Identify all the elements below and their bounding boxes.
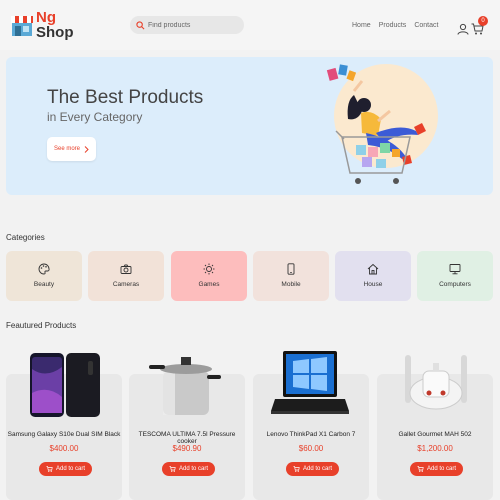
cart-count-badge: 0: [478, 16, 488, 26]
category-label: Cameras: [112, 281, 140, 288]
top-bar: Ng Shop Home Products Contact 0: [0, 0, 500, 50]
categories-title: Categories: [6, 233, 45, 242]
search-input[interactable]: [148, 21, 244, 29]
cart-icon: [293, 466, 300, 472]
product-card[interactable]: TESCOMA ULTIMA 7.5l Pressure cooker $490…: [129, 357, 245, 500]
add-to-cart-button[interactable]: Add to cart: [410, 462, 463, 476]
add-to-cart-label: Add to cart: [426, 466, 456, 472]
laptop-product-image: [271, 351, 349, 414]
hero-subtitle: in Every Category: [47, 110, 143, 124]
user-icon[interactable]: [457, 23, 469, 35]
category-beauty[interactable]: Beauty: [6, 251, 82, 301]
add-to-cart-button[interactable]: Add to cart: [162, 462, 215, 476]
category-label: House: [363, 281, 383, 288]
camera-icon: [120, 264, 132, 274]
product-card[interactable]: Lenovo ThinkPad X1 Carbon 7 $60.00 Add t…: [253, 351, 369, 500]
add-to-cart-button[interactable]: Add to cart: [39, 462, 92, 476]
category-cameras[interactable]: Cameras: [88, 251, 164, 301]
pressure-cooker-product-image: [149, 357, 221, 415]
product-name[interactable]: Lenovo ThinkPad X1 Carbon 7: [253, 431, 369, 438]
product-card[interactable]: Gallet Gourmet MAH 502 $1,200.00 Add to …: [377, 355, 493, 500]
phone-product-image: [30, 353, 100, 417]
cart-icon: [417, 466, 424, 472]
categories-list: Beauty Cameras Games Mobile House Comput…: [6, 251, 494, 301]
category-label: Beauty: [33, 281, 55, 288]
mobile-icon: [287, 263, 295, 275]
brand-line2: Shop: [36, 24, 74, 41]
hero-title: The Best Products: [47, 87, 204, 108]
hero-banner: The Best Products in Every Category See …: [6, 57, 493, 195]
shopping-cart-illustration: [326, 64, 438, 184]
house-icon: [367, 263, 379, 275]
category-label: Computers: [439, 281, 471, 288]
product-price: $400.00: [49, 444, 79, 453]
add-to-cart-label: Add to cart: [302, 466, 332, 472]
palette-icon: [38, 263, 50, 275]
category-house[interactable]: House: [335, 251, 411, 301]
brand-logo[interactable]: Ng Shop: [8, 8, 74, 44]
kitchen-appliance-product-image: [405, 355, 467, 410]
category-label: Mobile: [281, 281, 301, 288]
cart-icon: [46, 466, 53, 472]
add-to-cart-button[interactable]: Add to cart: [286, 462, 339, 476]
search-bar: [130, 16, 244, 34]
see-more-button[interactable]: See more: [47, 137, 96, 161]
product-name[interactable]: TESCOMA ULTIMA 7.5l Pressure cooker: [129, 431, 245, 445]
see-more-label: See more: [53, 146, 80, 152]
featured-products-title: Feautured Products: [6, 321, 77, 330]
category-games[interactable]: Games: [171, 251, 247, 301]
product-card[interactable]: Samsung Galaxy S10e Dual SIM Black $400.…: [6, 353, 122, 500]
search-icon: [136, 20, 145, 29]
nav-products[interactable]: Products: [379, 22, 407, 29]
featured-products-list: Samsung Galaxy S10e Dual SIM Black $400.…: [6, 349, 494, 500]
product-name[interactable]: Gallet Gourmet MAH 502: [377, 431, 493, 438]
cart-icon: [169, 466, 176, 472]
nav-home[interactable]: Home: [352, 22, 371, 29]
chevron-right-icon: [84, 145, 89, 153]
product-price: $490.90: [172, 444, 202, 453]
add-to-cart-label: Add to cart: [55, 466, 85, 472]
add-to-cart-label: Add to cart: [178, 466, 208, 472]
main-nav: Home Products Contact: [352, 22, 438, 29]
brand-name: Ng Shop: [36, 10, 74, 40]
category-computers[interactable]: Computers: [417, 251, 493, 301]
product-price: $1,200.00: [417, 444, 453, 453]
monitor-icon: [449, 264, 461, 275]
product-name[interactable]: Samsung Galaxy S10e Dual SIM Black: [6, 431, 122, 438]
sun-icon: [203, 263, 215, 275]
nav-contact[interactable]: Contact: [414, 22, 438, 29]
category-label: Games: [198, 281, 220, 288]
category-mobile[interactable]: Mobile: [253, 251, 329, 301]
brand-line1: Ng: [36, 9, 56, 26]
shop-icon: [11, 16, 33, 36]
product-price: $60.00: [298, 444, 324, 453]
